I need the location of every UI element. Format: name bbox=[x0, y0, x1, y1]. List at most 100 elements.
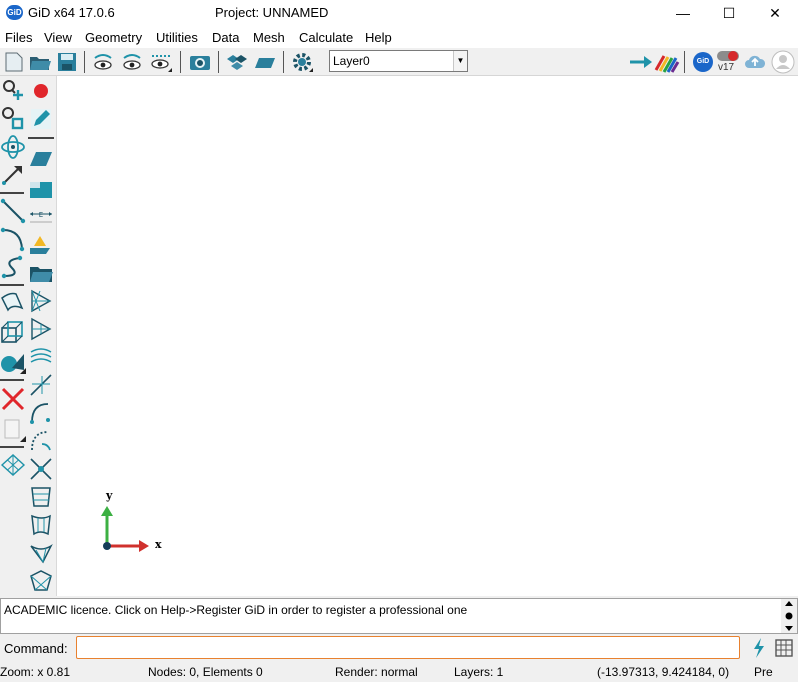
create-surface-icon[interactable] bbox=[0, 290, 26, 316]
menu-mesh[interactable]: Mesh bbox=[253, 30, 285, 45]
create-nurbs-icon[interactable] bbox=[0, 254, 26, 280]
create-volume-icon[interactable] bbox=[0, 320, 26, 346]
volume-box-icon[interactable] bbox=[28, 176, 54, 202]
status-mode: Pre bbox=[754, 665, 773, 679]
menu-files[interactable]: Files bbox=[5, 30, 32, 45]
y-axis-arrow bbox=[101, 506, 113, 546]
version-badge: v17 bbox=[718, 62, 735, 73]
structured-surface-icon[interactable] bbox=[28, 484, 54, 510]
menu-geometry[interactable]: Geometry bbox=[85, 30, 142, 45]
toolbar-separator bbox=[283, 51, 284, 73]
gid-logo-icon: GiD bbox=[6, 5, 23, 20]
toolbar-separator bbox=[84, 51, 85, 73]
point-red-icon[interactable] bbox=[28, 78, 54, 104]
user-avatar-icon[interactable] bbox=[771, 50, 795, 74]
minimize-icon: — bbox=[676, 5, 690, 21]
save-icon[interactable] bbox=[55, 50, 79, 74]
zoom-frame-icon[interactable] bbox=[0, 106, 26, 132]
conditions-icon[interactable] bbox=[28, 232, 54, 258]
open-folder-icon[interactable] bbox=[28, 260, 54, 286]
menu-bar: Files View Geometry Utilities Data Mesh … bbox=[0, 26, 798, 48]
camera-icon[interactable] bbox=[188, 50, 212, 74]
maximize-button[interactable]: ☐ bbox=[706, 0, 752, 26]
menu-utilities[interactable]: Utilities bbox=[156, 30, 198, 45]
command-input[interactable] bbox=[76, 636, 740, 659]
command-label: Command: bbox=[4, 641, 68, 656]
create-object-icon[interactable] bbox=[0, 348, 26, 374]
mesh-quad-icon[interactable] bbox=[28, 316, 54, 342]
toggle-icon bbox=[717, 51, 739, 61]
mesh-surface-icon[interactable] bbox=[0, 452, 26, 478]
arrow-right-icon[interactable] bbox=[628, 50, 654, 74]
left-toolbar: E bbox=[0, 76, 56, 596]
menu-calculate[interactable]: Calculate bbox=[299, 30, 353, 45]
status-nodes: Nodes: 0, Elements 0 bbox=[148, 665, 263, 679]
status-render: Render: normal bbox=[335, 665, 418, 679]
create-arc-icon[interactable] bbox=[0, 226, 26, 252]
cloud-upload-icon[interactable] bbox=[743, 50, 767, 74]
toolbar-separator bbox=[0, 284, 24, 286]
scroll-arrows-icon bbox=[785, 601, 793, 631]
mesh-triangle-icon[interactable] bbox=[28, 288, 54, 314]
color-scale-icon[interactable] bbox=[654, 50, 680, 74]
command-row: Command: bbox=[0, 634, 798, 662]
app-title: GiD x64 17.0.6 bbox=[28, 5, 115, 20]
list-entities-icon[interactable] bbox=[0, 416, 26, 442]
delete-icon[interactable] bbox=[0, 386, 26, 412]
rotate-view-left-icon[interactable] bbox=[91, 50, 115, 74]
rotate-view-right-icon[interactable] bbox=[120, 50, 144, 74]
intersect-icon[interactable] bbox=[28, 456, 54, 482]
structured-lines-icon[interactable] bbox=[28, 344, 54, 370]
close-button[interactable]: ✕ bbox=[752, 0, 798, 26]
project-title: Project: UNNAMED bbox=[215, 5, 329, 20]
gid-badge-icon[interactable]: GiD bbox=[693, 52, 713, 72]
layers-stack-icon[interactable] bbox=[225, 50, 249, 74]
status-layers: Layers: 1 bbox=[454, 665, 504, 679]
toolbar-separator bbox=[684, 51, 685, 73]
line-divide-icon[interactable] bbox=[28, 372, 54, 398]
toolbar-separator bbox=[0, 446, 24, 448]
surface-plane-icon[interactable] bbox=[28, 146, 54, 172]
toolbar-separator bbox=[218, 51, 219, 73]
mesh-criteria-icon[interactable] bbox=[28, 568, 54, 594]
message-scrollbar[interactable] bbox=[781, 599, 797, 633]
edit-pencil-icon[interactable] bbox=[28, 106, 54, 132]
layer-select-value: Layer0 bbox=[333, 54, 370, 68]
message-area[interactable]: ACADEMIC licence. Click on Help->Registe… bbox=[0, 598, 798, 634]
curve-dashed-icon[interactable] bbox=[28, 428, 54, 454]
status-coordinates: (-13.97313, 9.424184, 0) bbox=[597, 665, 730, 679]
licence-message: ACADEMIC licence. Click on Help->Registe… bbox=[4, 603, 468, 617]
surface-icon[interactable] bbox=[253, 50, 277, 74]
view-options-icon[interactable] bbox=[149, 50, 173, 74]
rotate-orbit-icon[interactable] bbox=[0, 134, 26, 160]
menu-help[interactable]: Help bbox=[365, 30, 392, 45]
toolbar-separator bbox=[28, 137, 54, 139]
dimension-icon[interactable]: E bbox=[28, 204, 54, 230]
create-line-icon[interactable] bbox=[0, 198, 26, 224]
boundary-layer-icon[interactable] bbox=[28, 540, 54, 566]
menu-view[interactable]: View bbox=[44, 30, 72, 45]
axis-origin bbox=[103, 542, 111, 550]
gear-icon[interactable] bbox=[290, 50, 314, 74]
axis-triad bbox=[101, 506, 149, 552]
curve-points-icon[interactable] bbox=[28, 400, 54, 426]
maximize-icon: ☐ bbox=[722, 4, 736, 21]
x-axis-arrow bbox=[107, 540, 149, 552]
toolbar-separator bbox=[0, 379, 24, 381]
open-folder-icon[interactable] bbox=[28, 50, 52, 74]
menu-data[interactable]: Data bbox=[212, 30, 239, 45]
semi-structured-icon[interactable] bbox=[28, 512, 54, 538]
axis-y-label: y bbox=[106, 489, 113, 502]
status-zoom: Zoom: x 0.81 bbox=[0, 665, 71, 679]
version-toggle[interactable]: v17 bbox=[716, 49, 740, 75]
minimize-button[interactable]: — bbox=[660, 0, 706, 26]
lightning-icon[interactable] bbox=[751, 637, 767, 659]
svg-text:E: E bbox=[39, 211, 43, 219]
graphic-canvas[interactable]: y x bbox=[56, 76, 798, 596]
new-file-icon[interactable] bbox=[2, 50, 26, 74]
main-toolbar: Layer0 ▼ GiD v17 bbox=[0, 48, 798, 76]
grid-toggle-icon[interactable] bbox=[774, 638, 794, 658]
pan-arrow-icon[interactable] bbox=[0, 162, 26, 188]
layer-select[interactable]: Layer0 ▼ bbox=[329, 50, 468, 72]
zoom-in-icon[interactable] bbox=[0, 78, 26, 104]
